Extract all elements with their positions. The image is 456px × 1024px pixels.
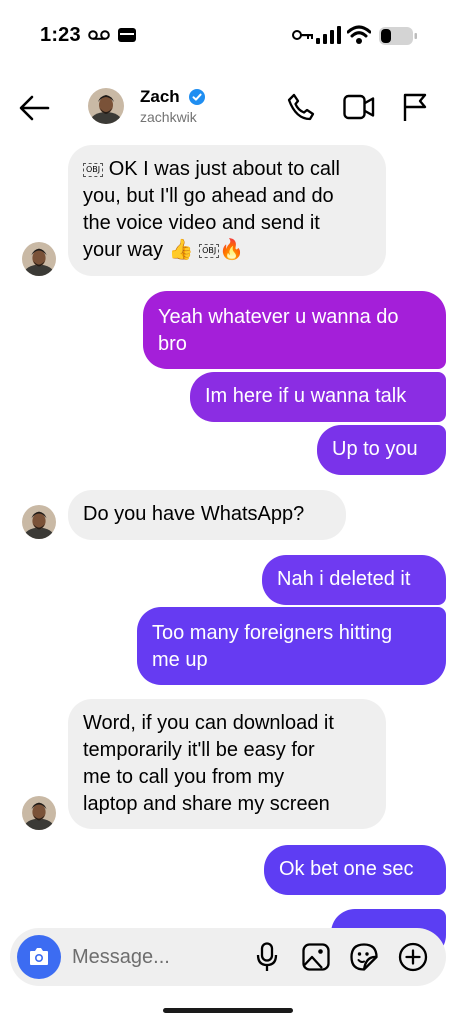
- outgoing-message[interactable]: Im here if u wanna talk: [190, 372, 446, 422]
- contact-username[interactable]: zachkwik: [140, 109, 197, 125]
- message-input[interactable]: [72, 942, 232, 972]
- sticker-icon[interactable]: [350, 943, 378, 971]
- back-arrow-icon[interactable]: [18, 94, 50, 122]
- cellular-signal-icon: [316, 26, 341, 44]
- wallet-icon: [118, 28, 136, 42]
- incoming-message[interactable]: OBJ OK I was just about to call you, but…: [68, 145, 386, 276]
- object-placeholder-icon: OBJ: [83, 163, 104, 177]
- incoming-message[interactable]: Do you have WhatsApp?: [68, 490, 346, 540]
- home-indicator[interactable]: [163, 1008, 293, 1013]
- incoming-message[interactable]: Word, if you can download it temporarily…: [68, 699, 386, 829]
- battery-icon: [379, 27, 417, 45]
- contact-name[interactable]: Zach: [140, 87, 180, 107]
- chat-header: Zach zachkwik: [0, 72, 456, 142]
- sender-avatar[interactable]: [22, 796, 56, 830]
- outgoing-message[interactable]: Nah i deleted it: [262, 555, 446, 605]
- sender-avatar[interactable]: [22, 505, 56, 539]
- outgoing-message[interactable]: Too many foreigners hitting me up: [137, 607, 446, 685]
- camera-button[interactable]: [17, 935, 61, 979]
- status-bar: 1:23: [0, 0, 456, 70]
- message-composer: [10, 928, 446, 986]
- sender-avatar[interactable]: [22, 242, 56, 276]
- microphone-icon[interactable]: [256, 942, 278, 972]
- gallery-icon[interactable]: [302, 943, 330, 971]
- status-time: 1:23: [40, 24, 81, 46]
- contact-avatar[interactable]: [88, 88, 124, 124]
- video-call-icon[interactable]: [343, 94, 375, 120]
- phone-call-icon[interactable]: [286, 92, 316, 122]
- camera-icon: [30, 948, 48, 965]
- key-icon: [292, 30, 313, 40]
- voicemail-icon: [88, 30, 110, 40]
- verified-badge-icon: [189, 89, 205, 105]
- outgoing-message[interactable]: Ok bet one sec: [264, 845, 446, 895]
- object-placeholder-icon: OBJ: [199, 244, 220, 258]
- outgoing-message[interactable]: Yeah whatever u wanna do bro: [143, 291, 446, 369]
- outgoing-message[interactable]: Up to you: [317, 425, 446, 475]
- report-flag-icon[interactable]: [402, 92, 428, 122]
- add-plus-icon[interactable]: [398, 942, 428, 972]
- wifi-icon: [347, 25, 371, 44]
